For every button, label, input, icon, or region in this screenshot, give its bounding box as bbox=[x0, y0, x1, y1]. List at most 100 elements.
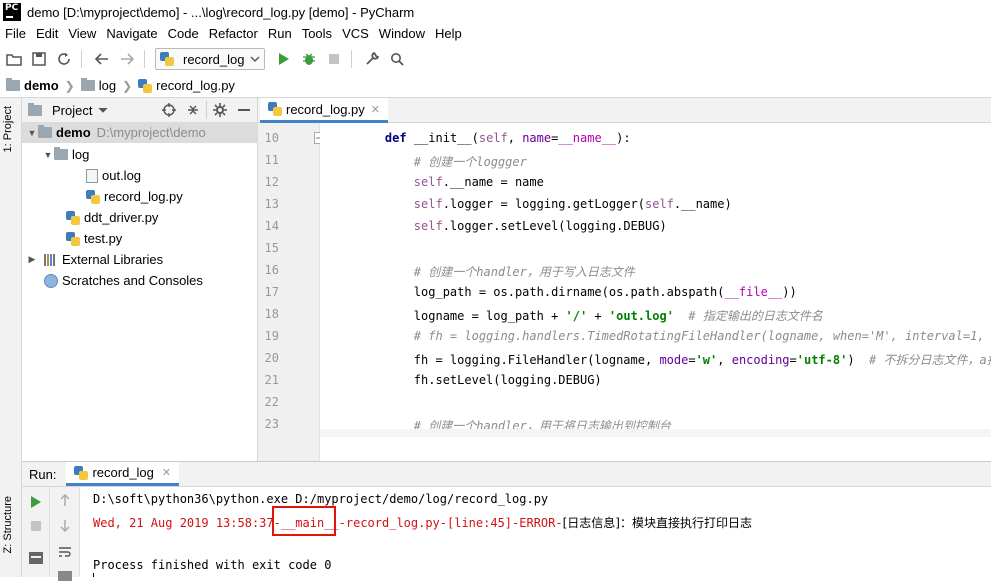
code-line[interactable]: # 创建一个loggger bbox=[356, 153, 527, 170]
run-configuration-select[interactable]: record_log bbox=[155, 48, 265, 70]
tree-item-ddt-driver[interactable]: ddt_driver.py bbox=[66, 207, 158, 228]
rerun-icon[interactable] bbox=[27, 493, 45, 511]
folder-icon bbox=[80, 78, 95, 91]
hide-panel-icon[interactable] bbox=[235, 101, 253, 119]
menu-file[interactable]: File bbox=[0, 24, 31, 44]
menu-bar: File Edit View Navigate Code Refactor Ru… bbox=[0, 24, 991, 44]
scratches-icon bbox=[44, 273, 58, 288]
line-number: 23 bbox=[264, 417, 279, 431]
line-number: 14 bbox=[264, 219, 279, 233]
run-tab-record-log[interactable]: record_log ✕ bbox=[66, 462, 180, 486]
gear-icon[interactable] bbox=[211, 101, 229, 119]
tree-item-record-log[interactable]: record_log.py bbox=[86, 186, 183, 207]
menu-view[interactable]: View bbox=[63, 24, 101, 44]
left-tool-strip: 1: Project Z: Structure bbox=[0, 98, 22, 577]
python-file-icon bbox=[74, 465, 89, 480]
menu-code[interactable]: Code bbox=[163, 24, 204, 44]
arrow-up-icon[interactable] bbox=[56, 491, 74, 509]
editor-tab-bar: record_log.py ✕ bbox=[258, 98, 991, 123]
stop-icon[interactable] bbox=[323, 48, 345, 70]
open-folder-icon[interactable] bbox=[3, 48, 25, 70]
code-editor[interactable]: def __init__(self, name=__name__): # 创建一… bbox=[320, 123, 991, 461]
menu-navigate[interactable]: Navigate bbox=[101, 24, 162, 44]
breadcrumb-item-record-log[interactable]: record_log.py bbox=[138, 78, 235, 93]
log-file-icon bbox=[86, 168, 98, 183]
python-file-icon bbox=[138, 78, 153, 93]
save-icon[interactable] bbox=[28, 48, 50, 70]
title-bar: PC demo [D:\myproject\demo] - ...\log\re… bbox=[0, 0, 991, 24]
tree-item-demo[interactable]: ▼ demo D:\myproject\demo bbox=[22, 122, 258, 143]
arrow-down-icon[interactable] bbox=[56, 517, 74, 535]
menu-tools[interactable]: Tools bbox=[297, 24, 337, 44]
chevron-down-icon[interactable] bbox=[98, 107, 108, 113]
console-exit-line: Process finished with exit code 0 bbox=[93, 558, 332, 572]
menu-help[interactable]: Help bbox=[430, 24, 467, 44]
sync-icon[interactable] bbox=[53, 48, 75, 70]
menu-vcs[interactable]: VCS bbox=[337, 24, 374, 44]
wrench-icon[interactable] bbox=[361, 48, 383, 70]
code-line[interactable]: self.logger = logging.getLogger(self.__n… bbox=[356, 197, 732, 211]
code-line[interactable]: log_path = os.path.dirname(os.path.abspa… bbox=[356, 285, 797, 299]
editor-tab-label: record_log.py bbox=[286, 101, 365, 117]
breadcrumb-label: log bbox=[98, 78, 117, 93]
tree-item-log[interactable]: ▼ log bbox=[42, 144, 89, 165]
breadcrumb-item-demo[interactable]: demo ❯ bbox=[6, 78, 75, 93]
code-line[interactable]: logname = log_path + '/' + 'out.log' # 指… bbox=[356, 307, 823, 324]
tree-item-label: record_log.py bbox=[104, 189, 183, 204]
back-arrow-icon[interactable] bbox=[91, 48, 113, 70]
line-number: 18 bbox=[264, 307, 279, 321]
tree-item-scratches[interactable]: Scratches and Consoles bbox=[44, 270, 203, 291]
code-line-separator bbox=[320, 429, 991, 437]
code-line[interactable]: fh = logging.FileHandler(logname, mode='… bbox=[356, 351, 991, 368]
debug-icon[interactable] bbox=[298, 48, 320, 70]
project-tool-tab[interactable]: 1: Project bbox=[2, 106, 14, 152]
menu-edit[interactable]: Edit bbox=[31, 24, 63, 44]
close-icon[interactable]: ✕ bbox=[162, 466, 171, 479]
tree-item-label: test.py bbox=[84, 231, 123, 246]
run-console[interactable]: D:\soft\python36\python.exe D:/myproject… bbox=[80, 487, 991, 577]
collapsed-arrow-icon[interactable]: ▶ bbox=[26, 254, 38, 265]
tree-item-test[interactable]: test.py bbox=[66, 228, 122, 249]
tree-item-label: ddt_driver.py bbox=[84, 210, 159, 225]
menu-refactor[interactable]: Refactor bbox=[204, 24, 263, 44]
editor-tab-record-log[interactable]: record_log.py ✕ bbox=[260, 98, 388, 123]
console-log-line: Wed, 21 Aug 2019 13:58:37-__main__-recor… bbox=[93, 514, 752, 531]
layout-icon[interactable] bbox=[27, 549, 45, 567]
tree-item-label: out.log bbox=[102, 168, 142, 183]
expanded-arrow-icon[interactable]: ▼ bbox=[26, 128, 38, 138]
python-file-icon bbox=[86, 189, 100, 204]
forward-arrow-icon[interactable] bbox=[116, 48, 138, 70]
tree-item-external-libraries[interactable]: ▶ External Libraries bbox=[22, 249, 164, 270]
breadcrumb-item-log[interactable]: log ❯ bbox=[80, 78, 132, 93]
close-icon[interactable]: ✕ bbox=[371, 103, 380, 116]
project-view-select[interactable]: Project bbox=[52, 103, 92, 118]
tree-item-out-log[interactable]: out.log bbox=[86, 165, 141, 186]
run-icon[interactable] bbox=[273, 48, 295, 70]
run-panel-header: Run: record_log ✕ bbox=[22, 461, 991, 487]
code-line[interactable]: def __init__(self, name=__name__): bbox=[356, 131, 631, 145]
code-line[interactable]: fh.setLevel(logging.DEBUG) bbox=[356, 373, 602, 387]
header-divider bbox=[206, 101, 207, 119]
stop-icon[interactable] bbox=[27, 517, 45, 535]
locate-icon[interactable] bbox=[160, 101, 178, 119]
scroll-to-end-icon[interactable] bbox=[56, 567, 74, 585]
code-line[interactable]: # 创建一个handler，用于写入日志文件 bbox=[356, 263, 635, 280]
line-number: 11 bbox=[264, 153, 279, 167]
menu-window[interactable]: Window bbox=[374, 24, 430, 44]
console-caret bbox=[93, 573, 94, 577]
highlight-annotation-box bbox=[272, 506, 336, 536]
tree-item-label: demo bbox=[56, 125, 91, 140]
search-icon[interactable] bbox=[386, 48, 408, 70]
menu-run[interactable]: Run bbox=[263, 24, 297, 44]
structure-tool-tab[interactable]: Z: Structure bbox=[2, 496, 14, 553]
line-number: 13 bbox=[264, 197, 279, 211]
toolbar-divider bbox=[81, 50, 82, 68]
code-line[interactable]: self.__name = name bbox=[356, 175, 544, 189]
folder-icon bbox=[38, 125, 52, 138]
run-configuration-label: record_log bbox=[183, 51, 245, 67]
expanded-arrow-icon[interactable]: ▼ bbox=[42, 150, 54, 160]
code-line[interactable]: # fh = logging.handlers.TimedRotatingFil… bbox=[356, 329, 991, 343]
soft-wrap-icon[interactable] bbox=[56, 543, 74, 561]
code-line[interactable]: self.logger.setLevel(logging.DEBUG) bbox=[356, 219, 667, 233]
collapse-all-icon[interactable] bbox=[184, 101, 202, 119]
